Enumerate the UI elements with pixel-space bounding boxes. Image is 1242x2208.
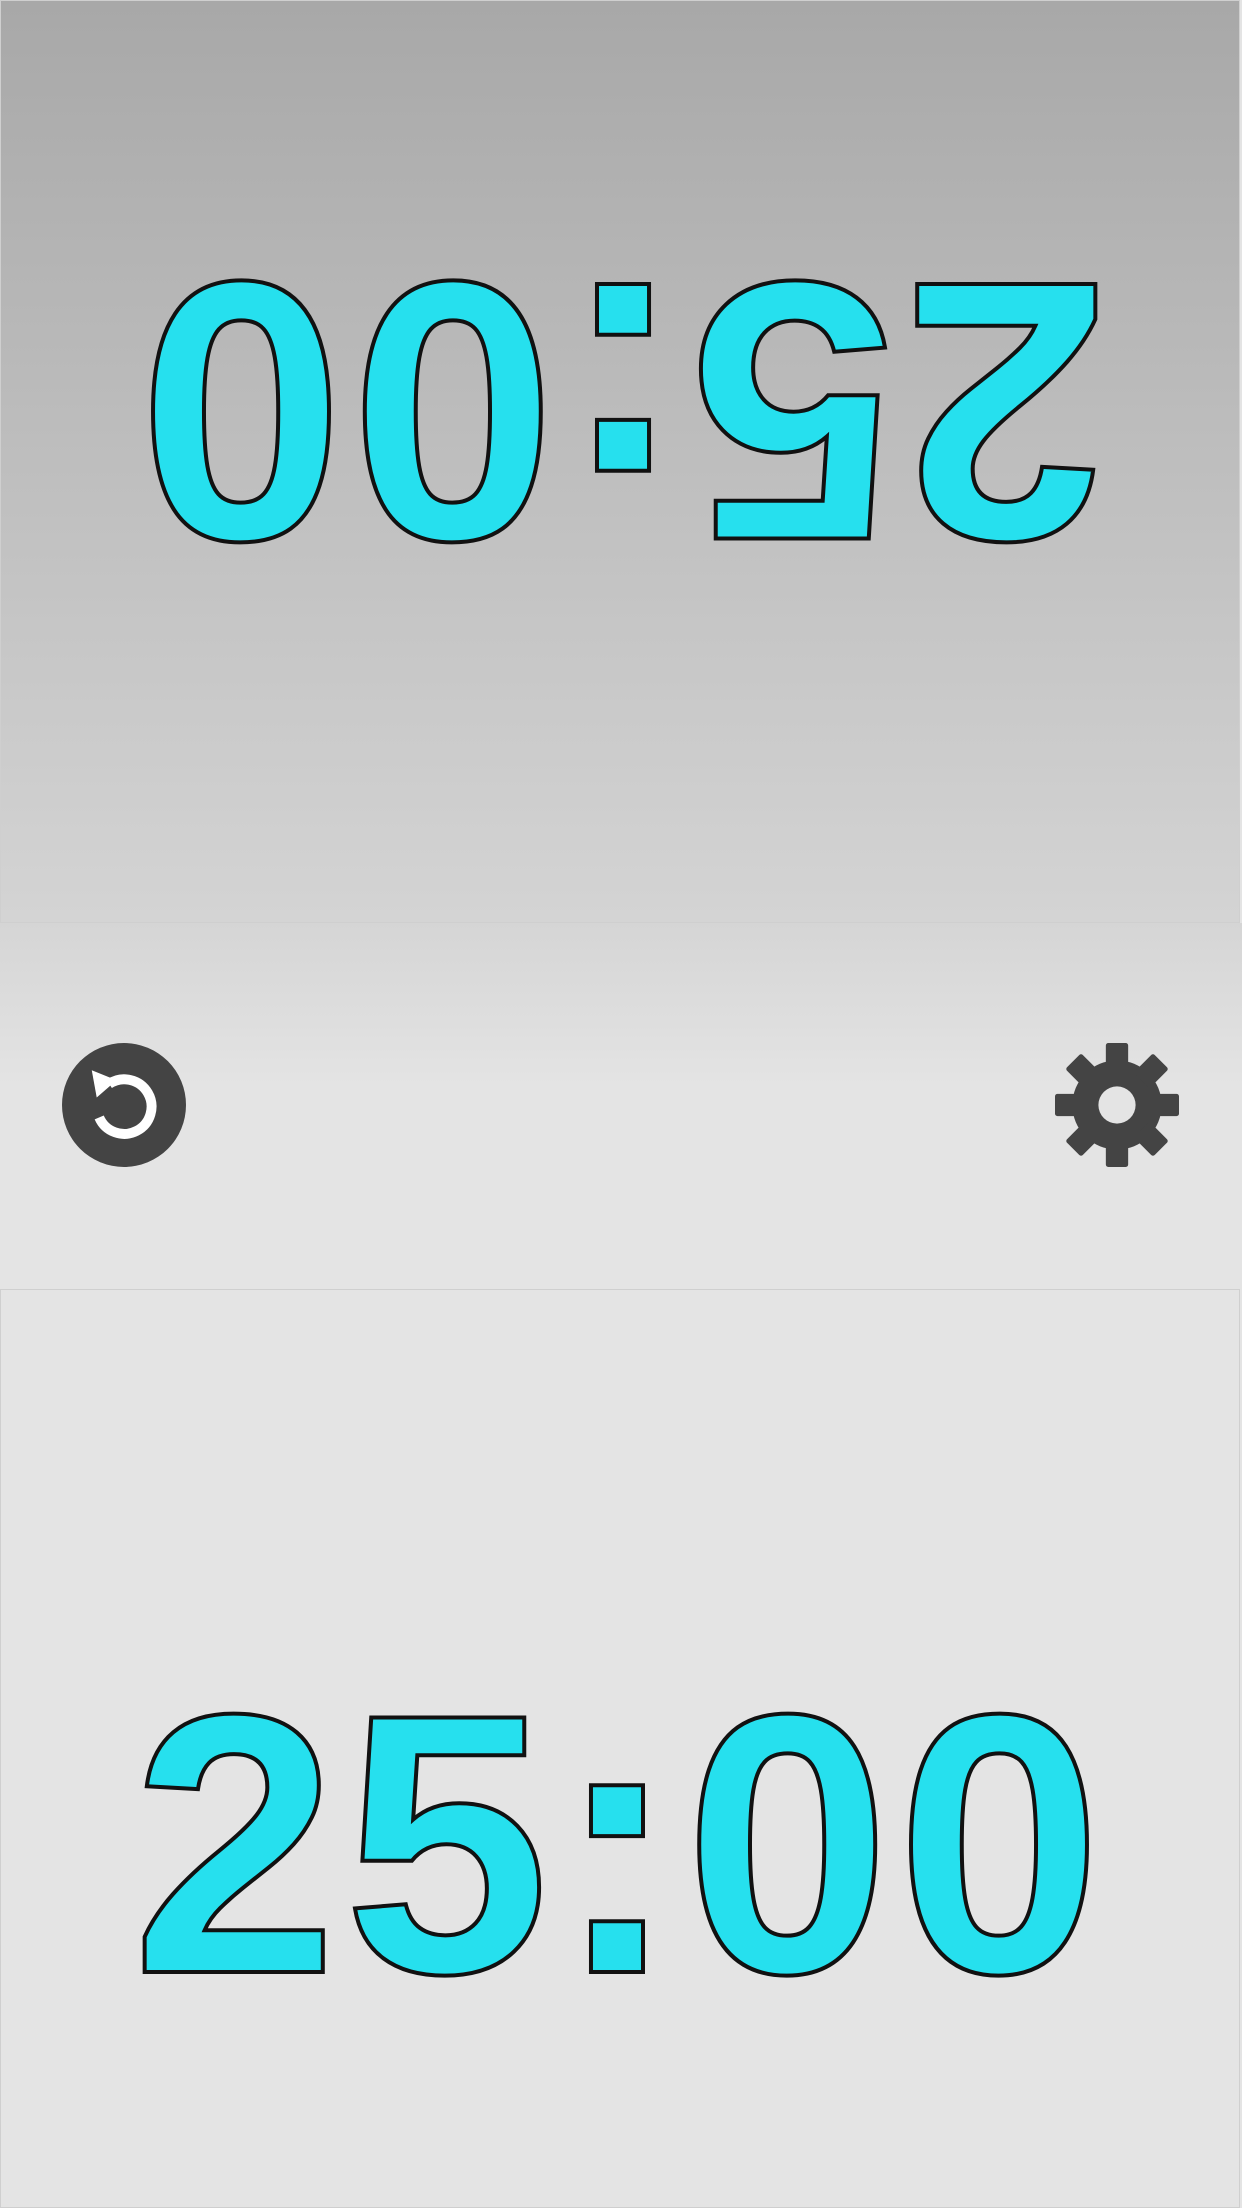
player-bottom-clock-panel[interactable]: 25:00	[0, 1289, 1240, 2208]
reset-button[interactable]	[62, 1043, 186, 1167]
player-bottom-time: 25:00	[130, 1638, 1109, 2051]
player-top-clock-panel[interactable]: 25:00	[0, 0, 1240, 923]
controls-bar	[0, 923, 1242, 1289]
settings-button[interactable]	[1055, 1043, 1179, 1167]
gear-icon	[1055, 1043, 1179, 1167]
player-top-time: 25:00	[130, 203, 1110, 620]
reset-icon	[62, 1043, 186, 1167]
chess-clock-app: 25:00 25:00	[0, 0, 1242, 2208]
